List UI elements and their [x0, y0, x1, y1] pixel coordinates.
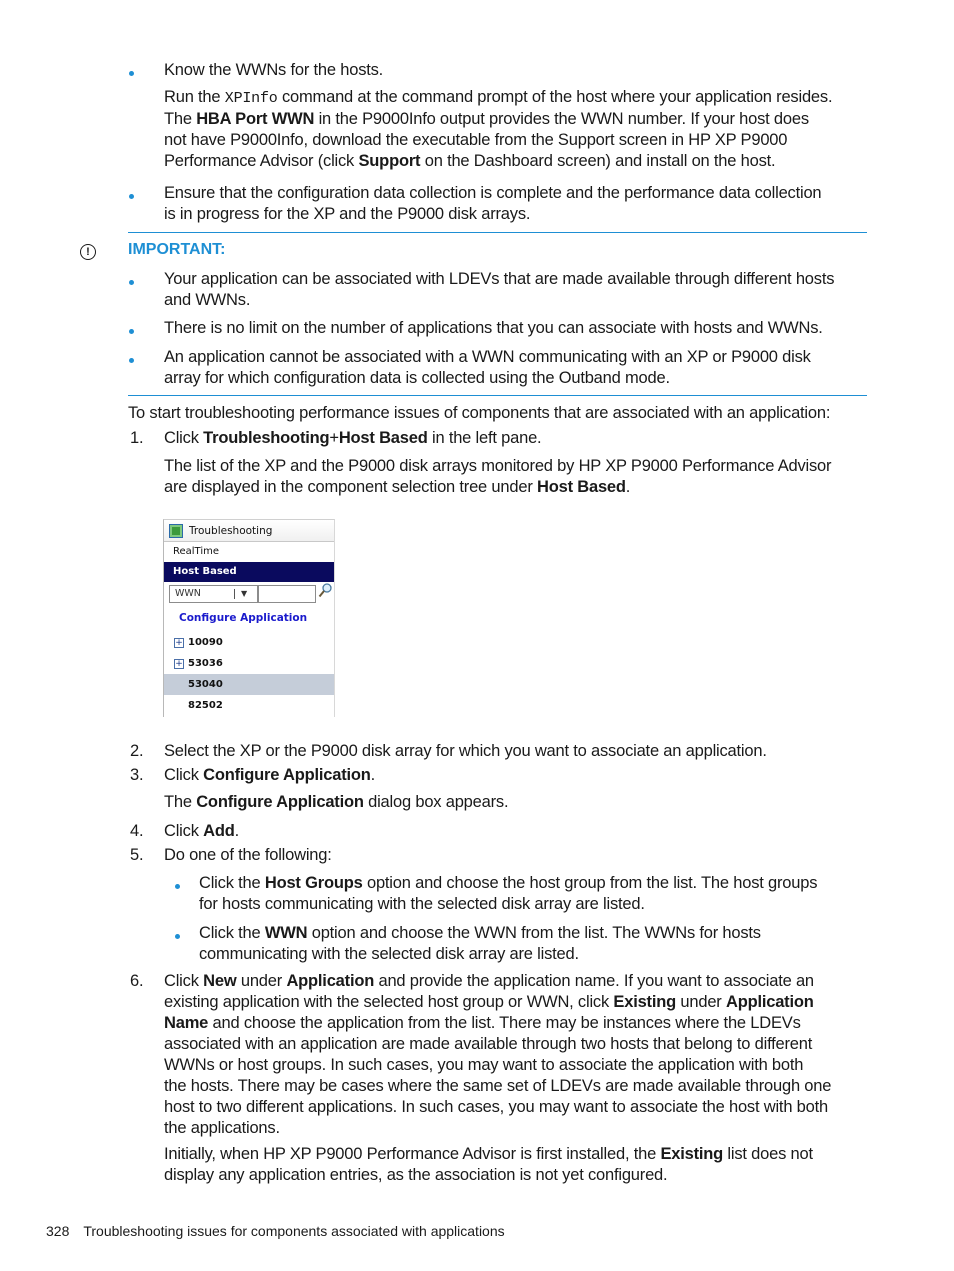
- tree-item-array-selected[interactable]: 53040: [164, 674, 334, 695]
- page-number: 328: [46, 1223, 70, 1239]
- footer-title: Troubleshooting issues for components as…: [83, 1223, 505, 1239]
- panel-header[interactable]: Troubleshooting: [164, 520, 334, 542]
- important-item: There is no limit on the number of appli…: [164, 319, 823, 337]
- bullet-marker: [129, 71, 134, 76]
- option-host-groups: Click the Host Groups option and choose …: [199, 874, 818, 913]
- filter-type-value: WWN: [175, 588, 201, 599]
- step-number: 6.: [130, 972, 144, 990]
- host-based-item[interactable]: Host Based: [164, 562, 334, 582]
- tree-item-array[interactable]: + 10090: [164, 632, 334, 653]
- divider: [128, 232, 867, 233]
- search-input[interactable]: [258, 585, 316, 603]
- step-6-text: Click New under Application and provide …: [164, 972, 832, 1137]
- bullet-marker: [175, 884, 180, 889]
- important-item: Your application can be associated with …: [164, 270, 835, 309]
- search-icon[interactable]: [318, 583, 332, 599]
- bullet-marker: [129, 194, 134, 199]
- filter-type-select[interactable]: WWN ▼: [169, 585, 258, 603]
- realtime-item[interactable]: RealTime: [164, 542, 334, 562]
- expand-icon[interactable]: +: [174, 659, 184, 669]
- procedure-intro: To start troubleshooting performance iss…: [128, 404, 831, 422]
- bullet-marker: [129, 280, 134, 285]
- prereq-know-wwns: Know the WWNs for the hosts.: [164, 61, 384, 79]
- chevron-down-icon: ▼: [241, 589, 248, 598]
- option-wwn: Click the WWN option and choose the WWN …: [199, 924, 761, 963]
- divider: [128, 395, 867, 396]
- step-number: 3.: [130, 766, 144, 784]
- step-1-text: Click Troubleshooting+Host Based in the …: [164, 429, 542, 447]
- important-item: An application cannot be associated with…: [164, 348, 811, 387]
- troubleshooting-panel-screenshot: Troubleshooting RealTime Host Based WWN …: [163, 519, 335, 717]
- filter-bar: WWN ▼: [164, 582, 334, 604]
- bullet-marker: [129, 329, 134, 334]
- step-number: 4.: [130, 822, 144, 840]
- step-1-detail: The list of the XP and the P9000 disk ar…: [164, 457, 832, 496]
- step-4-text: Click Add.: [164, 822, 240, 840]
- important-label: IMPORTANT:: [128, 241, 226, 258]
- step-5-text: Do one of the following:: [164, 846, 332, 864]
- expand-icon[interactable]: +: [174, 638, 184, 648]
- step-number: 5.: [130, 846, 144, 864]
- troubleshooting-icon: [169, 523, 183, 538]
- page-footer: 328 Troubleshooting issues for components…: [46, 1223, 505, 1239]
- step-3-detail: The Configure Application dialog box app…: [164, 793, 509, 811]
- bullet-marker: [175, 934, 180, 939]
- tree-item-array[interactable]: + 53036: [164, 653, 334, 674]
- select-separator: [234, 589, 235, 599]
- code-xpinfo: XPInfo: [224, 90, 278, 107]
- configure-application-link[interactable]: Configure Application: [164, 612, 334, 632]
- step-3-text: Click Configure Application.: [164, 766, 376, 784]
- step-number: 1.: [130, 429, 144, 447]
- panel-header-label: Troubleshooting: [189, 524, 273, 537]
- tree-item-array[interactable]: 82502: [164, 695, 334, 716]
- step-2-text: Select the XP or the P9000 disk array fo…: [164, 742, 767, 760]
- prereq-data-collection: Ensure that the configuration data colle…: [164, 184, 822, 223]
- step-6-note: Initially, when HP XP P9000 Performance …: [164, 1145, 813, 1184]
- exclamation-circle-icon: !: [80, 244, 96, 260]
- step-number: 2.: [130, 742, 144, 760]
- prereq-xpinfo-paragraph: Run the XPInfo command at the command pr…: [164, 88, 833, 170]
- bullet-marker: [129, 358, 134, 363]
